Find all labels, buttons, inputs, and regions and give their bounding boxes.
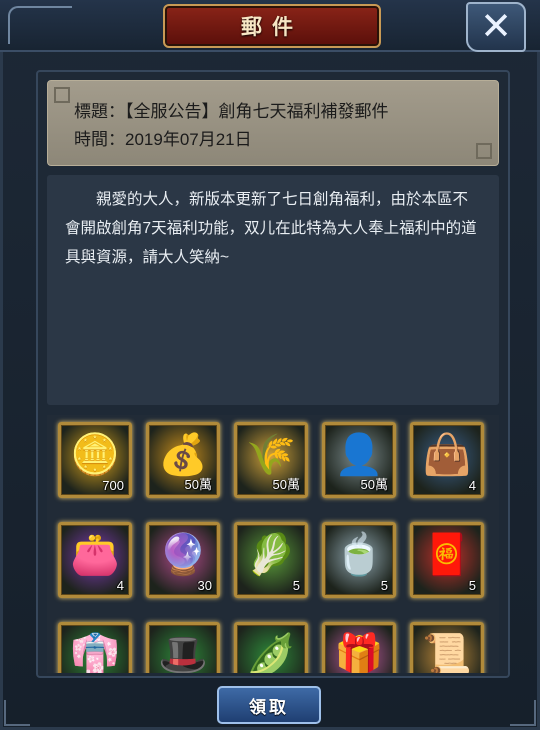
copper-coins-icon: 💰 <box>158 433 208 477</box>
green-robe-icon: 👘 <box>70 633 120 673</box>
item-quantity: 5 <box>468 578 476 593</box>
reward-item[interactable]: 🧧 5 <box>410 522 484 598</box>
window-title: 郵件 <box>241 14 303 39</box>
mail-title-row: 標題：【全服公告】創角七天福利補發郵件 <box>74 98 498 126</box>
mail-title-value: 【全服公告】創角七天福利補發郵件 <box>125 102 389 121</box>
green-jade-icon: 🫛 <box>246 633 296 673</box>
mail-body-text: 親愛的大人，新版本更新了七日創角福利，由於本區不會開啟創角7天福利功能，双儿在此… <box>47 175 499 405</box>
reward-item[interactable]: 🫛 <box>234 622 308 673</box>
scroll-icon: 📜 <box>422 633 472 673</box>
mail-time-label: 時間： <box>74 130 125 149</box>
reward-item[interactable]: 💰 50萬 <box>146 422 220 498</box>
reward-item[interactable]: 🎁 <box>322 622 396 673</box>
reward-item[interactable]: 👤 50萬 <box>322 422 396 498</box>
title-plate: 郵件 <box>163 4 381 48</box>
reward-item[interactable]: 👘 <box>58 622 132 673</box>
item-quantity: 4 <box>468 478 476 493</box>
item-quantity: 700 <box>102 478 124 493</box>
item-quantity: 5 <box>380 578 388 593</box>
corner-ornament-icon <box>4 700 30 726</box>
attachment-grid[interactable]: 🪙 700 💰 50萬 🌾 50萬 👤 50萬 👜 4 👛 4 🔮 30 🥬 5 🍵 5 🧧 5 👘 🎩 🫛 🎁 📜 <box>47 415 499 673</box>
mail-time-value: 2019年07月21日 <box>125 130 252 149</box>
red-attack-pouch-icon: 🧧 <box>422 533 472 577</box>
mail-title-label: 標題： <box>74 102 125 121</box>
green-hat-icon: 🎩 <box>158 633 208 673</box>
corner-ornament-icon <box>54 87 70 103</box>
corner-ornament-icon <box>510 700 536 726</box>
wheat-icon: 🌾 <box>246 433 296 477</box>
purple-pouch-icon: 👛 <box>70 533 120 577</box>
mail-header-box: 標題：【全服公告】創角七天福利補發郵件 時間：2019年07月21日 <box>47 80 499 166</box>
item-quantity: 30 <box>197 578 212 593</box>
reward-item[interactable]: 🔮 30 <box>146 522 220 598</box>
porridge-bowl-icon: 🍵 <box>334 533 384 577</box>
reward-item[interactable]: 📜 <box>410 622 484 673</box>
item-quantity: 50萬 <box>184 477 212 492</box>
soldier-icon: 👤 <box>334 433 384 477</box>
reward-item[interactable]: 🪙 700 <box>58 422 132 498</box>
corner-ornament <box>8 6 72 44</box>
item-quantity: 5 <box>292 578 300 593</box>
reward-item[interactable]: 👜 4 <box>410 422 484 498</box>
reward-item[interactable]: 👛 4 <box>58 522 132 598</box>
item-quantity: 50萬 <box>272 477 300 492</box>
corner-ornament-icon <box>476 143 492 159</box>
blue-book-pouch-icon: 👜 <box>422 433 472 477</box>
vegetables-icon: 🥬 <box>246 533 296 577</box>
reward-item[interactable]: 🎩 <box>146 622 220 673</box>
rainbow-pearl-icon: 🔮 <box>158 533 208 577</box>
rainbow-box-icon: 🎁 <box>334 633 384 673</box>
gold-ingot-icon: 🪙 <box>70 433 120 477</box>
reward-item[interactable]: 🌾 50萬 <box>234 422 308 498</box>
mail-time-row: 時間：2019年07月21日 <box>74 126 498 154</box>
reward-item[interactable]: 🥬 5 <box>234 522 308 598</box>
close-icon: ✕ <box>480 6 512 48</box>
reward-item[interactable]: 🍵 5 <box>322 522 396 598</box>
claim-button[interactable]: 領取 <box>217 686 321 724</box>
item-quantity: 4 <box>116 578 124 593</box>
item-quantity: 50萬 <box>360 477 388 492</box>
close-button[interactable]: ✕ <box>466 2 526 52</box>
